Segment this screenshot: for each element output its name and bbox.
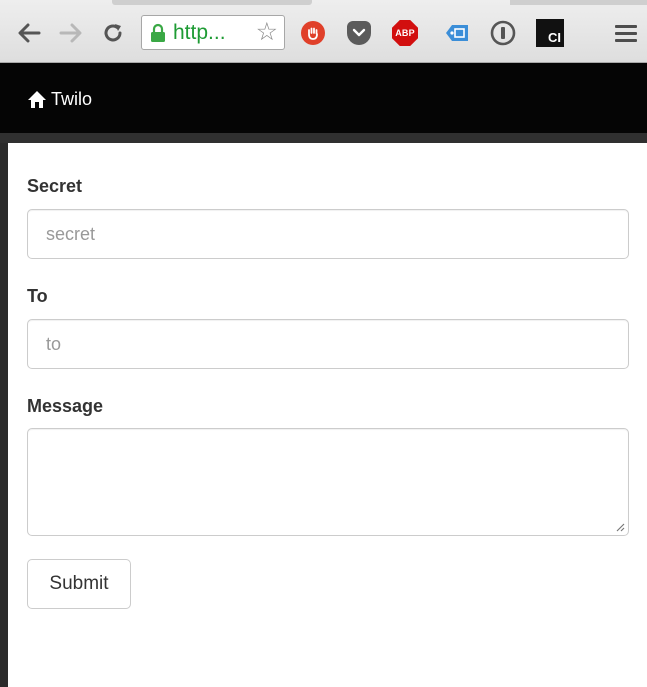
- browser-menu-button[interactable]: [613, 19, 639, 47]
- address-bar[interactable]: http... ☆: [141, 15, 285, 50]
- forward-arrow-icon: [59, 23, 82, 43]
- lock-icon: [151, 23, 165, 42]
- secret-label: Secret: [27, 176, 83, 196]
- browser-toolbar: http... ☆ ABP CI: [0, 0, 647, 63]
- navbar-brand-link[interactable]: Twilo: [27, 89, 92, 110]
- reload-icon: [104, 24, 122, 42]
- extension-ci-button[interactable]: CI: [535, 19, 565, 47]
- extension-onepassword-button[interactable]: [488, 19, 518, 47]
- home-icon: [28, 91, 46, 108]
- to-label: To: [27, 286, 48, 306]
- extension-pocket-button[interactable]: [344, 19, 374, 47]
- tab-strip-edge: [112, 0, 312, 5]
- ci-icon: CI: [536, 19, 564, 47]
- tab-strip-edge: [510, 0, 647, 5]
- to-input[interactable]: [27, 319, 629, 369]
- reload-button[interactable]: [98, 19, 128, 47]
- url-text: http...: [173, 20, 226, 44]
- resize-grip-icon[interactable]: [616, 523, 625, 532]
- extension-tag-button[interactable]: [442, 19, 472, 47]
- hamburger-menu-icon: [615, 24, 637, 42]
- forward-button[interactable]: [56, 19, 86, 47]
- tag-icon: [446, 25, 468, 41]
- extension-hand-button[interactable]: [298, 19, 328, 47]
- keyhole-icon: [490, 20, 516, 46]
- back-button[interactable]: [14, 19, 44, 47]
- pocket-icon: [347, 21, 371, 45]
- message-textarea[interactable]: [27, 428, 629, 536]
- navbar-bottom-strip: [0, 133, 647, 143]
- submit-button[interactable]: Submit: [27, 559, 131, 609]
- stop-hand-icon: [301, 21, 325, 45]
- message-label: Message: [27, 396, 104, 416]
- back-arrow-icon: [18, 23, 41, 43]
- bookmark-star-icon[interactable]: ☆: [256, 20, 278, 45]
- browser-window: http... ☆ ABP CI Twilo Secret secret To …: [0, 0, 647, 687]
- extension-adblock-button[interactable]: ABP: [390, 19, 420, 47]
- adblock-plus-icon: ABP: [392, 20, 418, 46]
- site-navbar: [0, 63, 647, 133]
- secret-input[interactable]: [27, 209, 629, 259]
- brand-label: Twilo: [51, 89, 93, 109]
